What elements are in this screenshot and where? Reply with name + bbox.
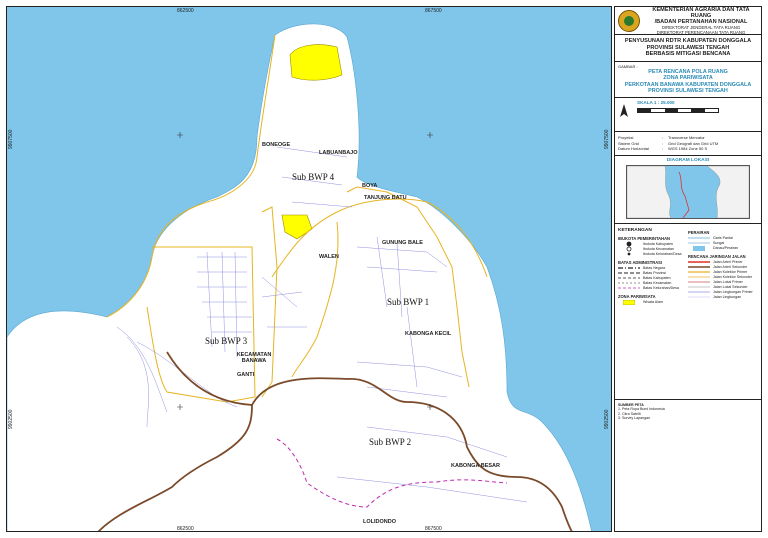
coord-top-2: 867500 [425,8,442,14]
coord-top-1: 862500 [177,8,194,14]
project-title-line: PROVINSI SULAWESI TENGAH [646,44,730,51]
bwp-label: Sub BWP 3 [205,336,248,346]
legend-keterangan: KETERANGAN IBUKOTA PEMERINTAHAN Ibukota … [615,224,761,400]
scale-bar [637,108,719,114]
ministry-logo-icon [618,10,640,32]
map-frame[interactable]: 862500 867500 862500 867500 9907500 9902… [6,6,612,532]
coord-bottom-2: 867500 [425,526,442,532]
perairan-heading: PERAIRAN [688,229,710,235]
ministry-line-4: DIREKTORAT PERENCANAAN TATA RUANG [656,30,746,35]
bwp-label: Sub BWP 2 [369,437,412,447]
zona-heading: ZONA PARIWISATA [618,293,656,299]
scale-text: SKALA 1 : 25.000 [637,100,675,106]
map-title-line: PROVINSI SULAWESI TENGAH [648,88,728,94]
legend-panel: KEMENTERIAN AGRARIA DAN TATA RUANG /BADA… [614,6,762,532]
place-label: BONEOGE [262,142,291,148]
coord-left-2: 9902500 [8,409,14,429]
bwp-label: Sub BWP 4 [292,172,335,182]
legend-item: Jalan Lingkungan [688,294,742,299]
inset-title: DIAGRAM LOKASI [666,157,710,163]
tourism-zone-north [289,44,343,81]
map-title-box: GAMBAR : PETA RENCANA POLA RUANG ZONA PA… [615,62,761,99]
place-label: KABONGA BESAR [451,463,500,469]
place-label: TANJUNG BATU [364,195,407,201]
ibukota-heading: IBUKOTA PEMERINTAHAN [618,235,671,241]
projection-info: Proyeksi: Transverse Mercator Sistem Grid… [615,132,761,156]
map-page: 862500 867500 862500 867500 9907500 9902… [0,0,768,538]
legend-item: Ibukota Kelurahan/Desa [618,252,685,257]
place-label: GANTI [237,372,255,378]
place-label: KABONGA KECIL [405,331,452,337]
location-diagram: DIAGRAM LOKASI [615,156,761,224]
legend-item: Danau/Perairan [688,245,755,251]
projection-key: Datum Horizontal [618,146,649,152]
coord-left-1: 9907500 [8,129,14,149]
batas-heading: BATAS ADMINISTRASI [618,259,663,265]
source-item: 3. Survey Lapangan [618,416,651,421]
place-label: GUNUNG BALE [382,240,423,246]
bwp-label: Sub BWP 1 [387,297,430,307]
project-title: PENYUSUNAN RDTR KABUPATEN DONGGALA PROVI… [615,35,761,62]
jalan-heading: RENCANA JARINGAN JALAN [688,253,746,259]
coord-right-2: 9902500 [604,409,610,429]
map-canvas [7,7,611,531]
project-title-line: BERBASIS MITIGASI BENCANA [645,51,731,58]
map-sources: SUMBER PETA 1. Peta Rupa Bumi Indonesia … [615,400,761,424]
coord-bottom-1: 862500 [177,526,194,532]
ministry-line-1: KEMENTERIAN AGRARIA DAN TATA RUANG [652,7,750,19]
legend-item: Wisata Alam [618,299,685,305]
place-label: LABUANBAJO [319,150,358,156]
place-label: KECAMATAN BANAWA [236,352,272,364]
legend-item: Batas Kelurahan/Desa [618,285,679,290]
place-label: LOLIDONDO [363,519,396,525]
inset-map [626,164,750,219]
coord-right-1: 9907500 [604,129,610,149]
north-arrow-icon [620,104,628,118]
keterangan-heading: KETERANGAN [618,227,652,233]
place-label: BOYA [362,183,378,189]
scale-box: SKALA 1 : 25.000 [615,98,761,133]
projection-value: WGS 1984 Zone 50 S [668,146,708,152]
place-label: WALEN [319,254,339,260]
project-title-line: PENYUSUNAN RDTR KABUPATEN DONGGALA [624,38,752,44]
ministry-header: KEMENTERIAN AGRARIA DAN TATA RUANG /BADA… [615,7,761,35]
